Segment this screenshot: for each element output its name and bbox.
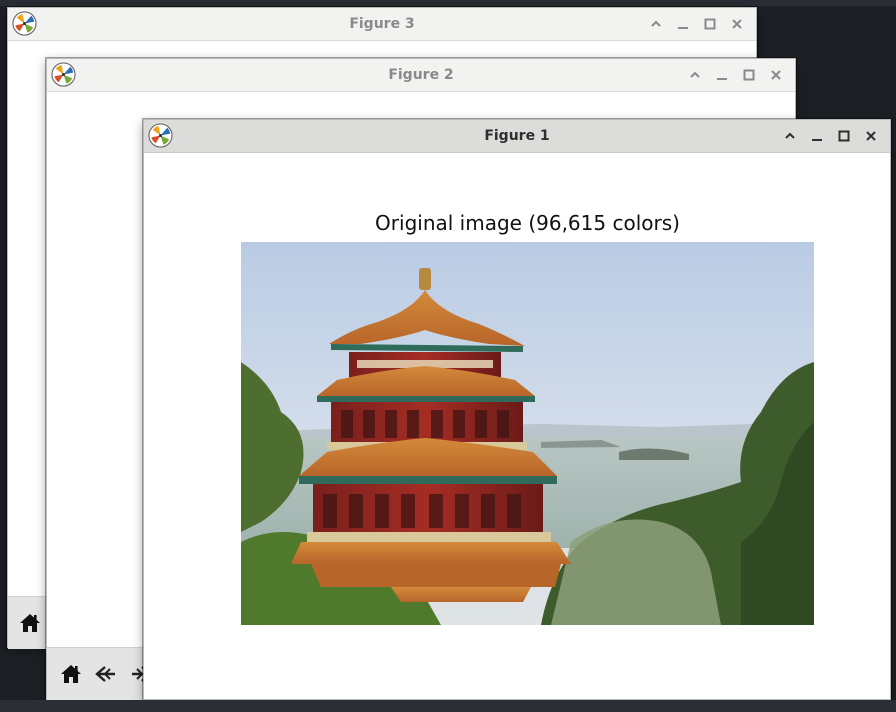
close-button[interactable] xyxy=(857,123,884,149)
minimize-icon xyxy=(715,68,729,82)
figure-1-window[interactable]: Figure 1 Original image (96,615 colors) xyxy=(143,119,891,700)
desktop-top-panel xyxy=(0,0,896,6)
minimize-button[interactable] xyxy=(803,123,830,149)
home-button[interactable] xyxy=(57,661,85,687)
maximize-button[interactable] xyxy=(830,123,857,149)
caret-up-icon xyxy=(783,129,797,143)
collapse-button[interactable] xyxy=(681,62,708,88)
maximize-icon xyxy=(742,68,756,82)
back-button[interactable] xyxy=(92,661,120,687)
caret-up-icon xyxy=(688,68,702,82)
home-icon xyxy=(18,612,42,634)
close-icon xyxy=(769,68,783,82)
home-button[interactable] xyxy=(16,610,44,636)
figure-2-titlebar[interactable]: Figure 2 xyxy=(47,59,795,92)
maximize-icon xyxy=(703,17,717,31)
close-icon xyxy=(730,17,744,31)
maximize-button[interactable] xyxy=(735,62,762,88)
minimize-button[interactable] xyxy=(669,11,696,37)
pagoda-photo xyxy=(241,242,814,625)
collapse-button[interactable] xyxy=(776,123,803,149)
minimize-icon xyxy=(676,17,690,31)
maximize-icon xyxy=(837,129,851,143)
figure-3-titlebar[interactable]: Figure 3 xyxy=(8,8,756,41)
axes-title: Original image (96,615 colors) xyxy=(375,211,680,235)
close-button[interactable] xyxy=(723,11,750,37)
close-button[interactable] xyxy=(762,62,789,88)
figure-1-titlebar[interactable]: Figure 1 xyxy=(144,120,890,153)
home-icon xyxy=(59,663,83,685)
collapse-button[interactable] xyxy=(642,11,669,37)
caret-up-icon xyxy=(649,17,663,31)
minimize-icon xyxy=(810,129,824,143)
close-icon xyxy=(864,129,878,143)
maximize-button[interactable] xyxy=(696,11,723,37)
desktop-bottom-panel xyxy=(0,700,896,712)
minimize-button[interactable] xyxy=(708,62,735,88)
back-arrow-icon xyxy=(94,663,118,685)
displayed-image[interactable] xyxy=(241,242,814,625)
